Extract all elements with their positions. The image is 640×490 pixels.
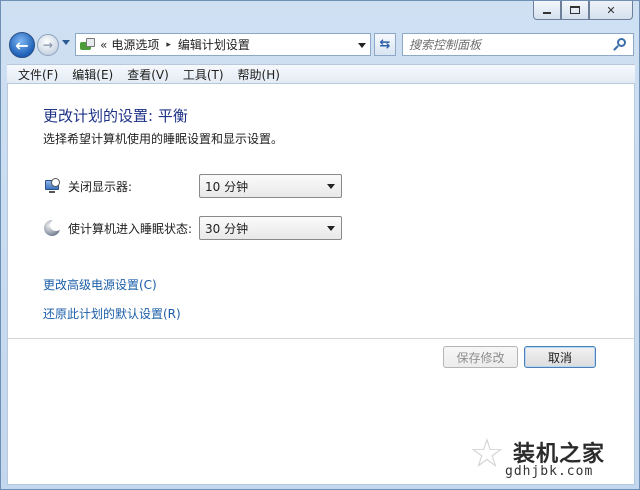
address-bar[interactable]: « 电源选项 ▸ 编辑计划设置 bbox=[75, 33, 371, 56]
maximize-button[interactable] bbox=[561, 1, 589, 20]
content-pane: 更改计划的设置: 平衡 选择希望计算机使用的睡眠设置和显示设置。 关闭显示器: … bbox=[7, 84, 635, 485]
minimize-icon bbox=[543, 12, 551, 14]
back-button[interactable]: ← bbox=[9, 32, 35, 58]
refresh-button[interactable]: ⇆ bbox=[374, 33, 396, 56]
breadcrumb-edit-plan-settings[interactable]: 编辑计划设置 bbox=[178, 36, 250, 53]
control-panel-icon bbox=[79, 37, 97, 53]
back-arrow-icon: ← bbox=[15, 35, 29, 55]
star-icon: ☆ bbox=[469, 431, 505, 477]
display-off-select[interactable]: 10 分钟 bbox=[199, 174, 342, 198]
watermark: ☆ 装机之家 gdhjbk.com bbox=[467, 434, 637, 486]
caption-buttons: ✕ bbox=[533, 1, 633, 20]
search-input[interactable] bbox=[409, 37, 609, 52]
address-dropdown-icon[interactable] bbox=[358, 43, 366, 48]
forward-arrow-icon: → bbox=[42, 38, 54, 52]
recent-pages-dropdown[interactable] bbox=[62, 40, 70, 45]
menu-tools[interactable]: 工具(T) bbox=[176, 66, 231, 83]
menu-help[interactable]: 帮助(H) bbox=[231, 66, 287, 83]
maximize-icon bbox=[570, 6, 580, 14]
save-button[interactable]: 保存修改 bbox=[443, 346, 518, 368]
chevron-down-icon bbox=[327, 226, 335, 231]
watermark-url: gdhjbk.com bbox=[505, 464, 594, 479]
breadcrumb-power-options[interactable]: 电源选项 bbox=[111, 36, 159, 53]
minimize-button[interactable] bbox=[533, 1, 561, 20]
menu-file[interactable]: 文件(F) bbox=[11, 66, 65, 83]
search-icon[interactable] bbox=[613, 38, 627, 52]
control-panel-window: ✕ ← → « 电源选项 ▸ 编辑计划设置 ⇆ 文件(F) 编辑(E) 查看(V… bbox=[0, 0, 640, 490]
navigation-bar: ← → « 电源选项 ▸ 编辑计划设置 ⇆ bbox=[7, 31, 635, 59]
cancel-button[interactable]: 取消 bbox=[524, 346, 596, 368]
menu-view[interactable]: 查看(V) bbox=[120, 66, 176, 83]
chevron-down-icon bbox=[327, 184, 335, 189]
search-box[interactable] bbox=[402, 33, 634, 56]
sleep-value: 30 分钟 bbox=[205, 221, 249, 236]
footer-divider bbox=[8, 338, 634, 339]
page-description: 选择希望计算机使用的睡眠设置和显示设置。 bbox=[43, 132, 284, 146]
breadcrumb-separator-icon[interactable]: ▸ bbox=[166, 40, 171, 50]
menu-bar: 文件(F) 编辑(E) 查看(V) 工具(T) 帮助(H) bbox=[7, 64, 635, 84]
advanced-power-settings-link[interactable]: 更改高级电源设置(C) bbox=[43, 276, 157, 293]
forward-button[interactable]: → bbox=[37, 34, 59, 56]
restore-defaults-link[interactable]: 还原此计划的默认设置(R) bbox=[43, 305, 181, 322]
display-off-label: 关闭显示器: bbox=[68, 179, 133, 194]
sleep-select[interactable]: 30 分钟 bbox=[199, 216, 342, 240]
display-off-value: 10 分钟 bbox=[205, 179, 249, 194]
setting-row-sleep: 使计算机进入睡眠状态: 30 分钟 bbox=[44, 216, 364, 240]
sleep-label: 使计算机进入睡眠状态: bbox=[68, 221, 193, 236]
close-button[interactable]: ✕ bbox=[589, 1, 633, 20]
page-title: 更改计划的设置: 平衡 bbox=[43, 107, 188, 125]
menu-edit[interactable]: 编辑(E) bbox=[65, 66, 120, 83]
refresh-icon: ⇆ bbox=[379, 37, 391, 52]
setting-row-display-off: 关闭显示器: 10 分钟 bbox=[44, 174, 364, 198]
moon-icon bbox=[44, 219, 62, 236]
close-icon: ✕ bbox=[606, 3, 616, 17]
monitor-icon bbox=[44, 178, 60, 194]
address-overflow-chevron[interactable]: « bbox=[100, 38, 107, 52]
